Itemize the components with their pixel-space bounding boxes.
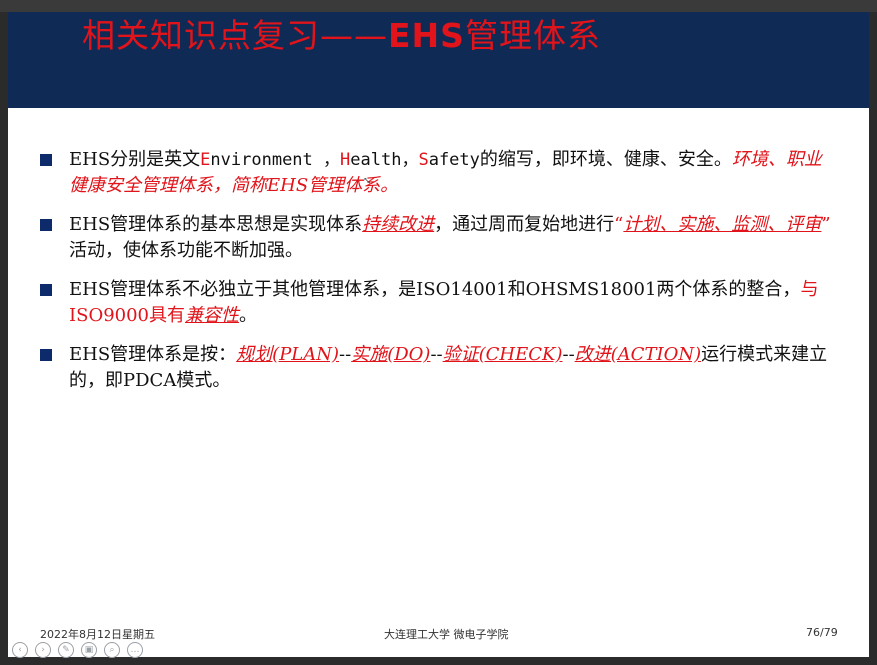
bullet-text-segment: 实施(DO) [351, 344, 431, 365]
bullet-text-segment: -- [562, 344, 575, 365]
title-ehs: EHS [388, 16, 465, 55]
pen-icon[interactable]: ✎ [58, 642, 74, 658]
bullet-text-segment: S [418, 150, 429, 170]
bullet-item: EHS分别是英文Environment ，Health，Safety的缩写，即环… [36, 147, 836, 199]
bullet-text-segment: 兼容性 [185, 305, 240, 326]
bullet-text-segment: 验证(CHECK) [442, 344, 563, 365]
bullet-text-segment: EHS管理体系不必独立于其他管理体系，是ISO14001和OHSMS18001两… [69, 279, 801, 300]
bullet-text-segment: -- [430, 344, 443, 365]
bullet-text-segment: H [340, 150, 351, 170]
window-top-strip [0, 0, 877, 12]
bullet-text-segment: 计划、实施、监测、评审 [623, 214, 822, 235]
bullet-text-segment: 。 [239, 305, 258, 326]
footer-date: 2022年8月12日星期五 [40, 628, 155, 641]
zoom-icon[interactable]: ⌕ [104, 642, 120, 658]
bullet-item: EHS管理体系不必独立于其他管理体系，是ISO14001和OHSMS18001两… [36, 277, 836, 329]
bullet-text-segment: EHS分别是英文 [69, 149, 201, 170]
bullet-square-icon [40, 284, 52, 296]
bullet-text-segment: 的缩写，即环境、健康、安全。 [479, 149, 732, 170]
bullet-text-segment: nvironment ， [210, 150, 341, 170]
bullet-text-segment: E [200, 150, 211, 170]
bullet-square-icon [40, 219, 52, 231]
prev-icon[interactable]: ‹ [12, 642, 28, 658]
bullet-text-segment: ” [821, 214, 831, 235]
bullet-square-icon [40, 154, 52, 166]
slide-title: 相关知识点复习——EHS管理体系 [82, 14, 601, 58]
slide: 相关知识点复习——EHS管理体系 EHS分别是英文Environment ，He… [8, 12, 869, 657]
slideshow-controls: ‹ › ✎ ▣ ⌕ … [12, 642, 143, 658]
title-prefix: 相关知识点复习—— [82, 16, 388, 55]
slides-icon[interactable]: ▣ [81, 642, 97, 658]
bullet-list: EHS分别是英文Environment ，Health，Safety的缩写，即环… [36, 147, 836, 407]
bullet-text-segment: EHS管理体系是按： [69, 344, 237, 365]
title-suffix: 管理体系 [464, 16, 601, 55]
bullet-square-icon [40, 349, 52, 361]
title-band: 相关知识点复习——EHS管理体系 [8, 12, 869, 108]
title-separator [8, 108, 869, 120]
bullet-item: EHS管理体系的基本思想是实现体系持续改进，通过周而复始地进行“计划、实施、监测… [36, 212, 836, 264]
footer-page-number: 76/79 [806, 626, 838, 639]
footer-organization: 大连理工大学 微电子学院 [384, 628, 509, 641]
bullet-text-segment: -- [339, 344, 352, 365]
bullet-text-segment: 规划(PLAN) [236, 344, 340, 365]
bullet-text-segment: afety [428, 150, 480, 170]
mouse-cursor-icon: ↖ [363, 176, 372, 187]
next-icon[interactable]: › [35, 642, 51, 658]
bullet-text-segment: ，通过周而复始地进行 [434, 214, 615, 235]
bullet-text-segment: 活动，使体系功能不断加强。 [69, 240, 303, 261]
bullet-text-segment: 改进(ACTION) [574, 344, 702, 365]
bullet-text-segment: 持续改进 [362, 214, 435, 235]
bullet-item: EHS管理体系是按：规划(PLAN)--实施(DO)--验证(CHECK)--改… [36, 342, 836, 394]
bullet-text-segment: “ [614, 214, 624, 235]
more-icon[interactable]: … [127, 642, 143, 658]
bullet-text-segment: EHS管理体系的基本思想是实现体系 [69, 214, 363, 235]
bullet-text-segment: ealth， [350, 150, 419, 170]
